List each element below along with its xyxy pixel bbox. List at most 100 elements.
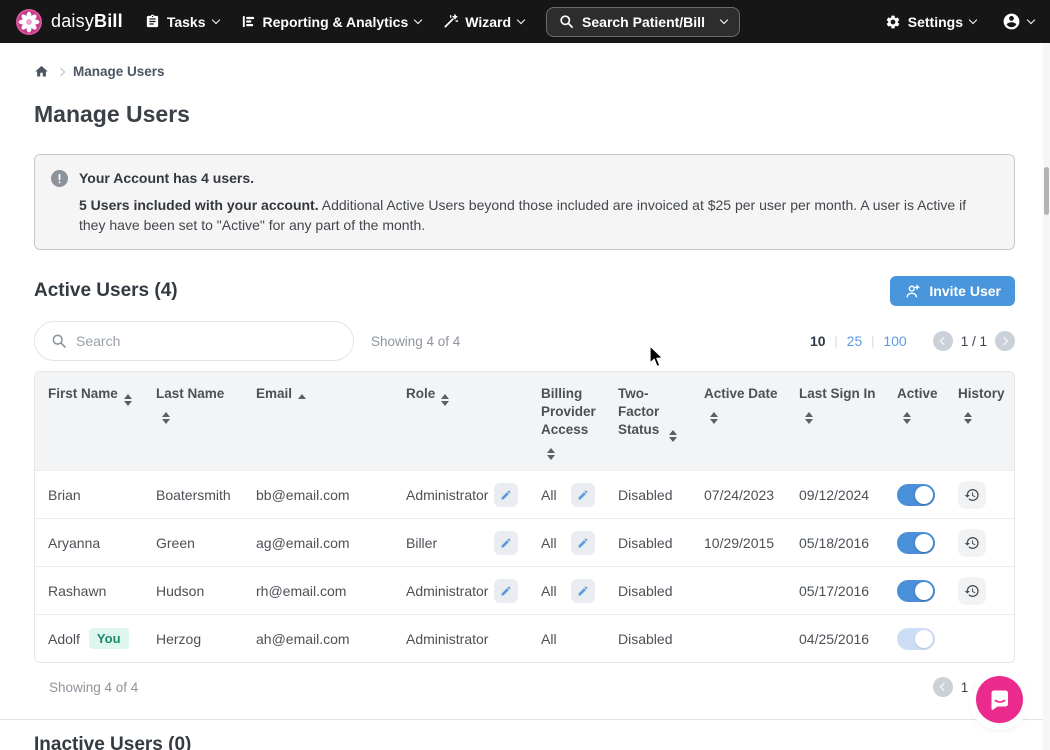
pencil-icon <box>577 537 589 549</box>
chat-launcher-button[interactable] <box>976 676 1023 723</box>
cell-two-factor-status: Disabled <box>605 471 691 518</box>
chevron-down-icon <box>1027 16 1035 24</box>
table-header-row: First Name Last Name Email Role Billing … <box>35 372 1014 470</box>
next-page-button[interactable] <box>995 331 1015 351</box>
pencil-icon <box>577 585 589 597</box>
nav-wizard-label: Wizard <box>465 14 511 30</box>
page-size-separator: | <box>835 334 838 348</box>
page-size-10[interactable]: 10 <box>810 333 826 349</box>
brand-logo[interactable]: daisyBill <box>16 9 123 35</box>
top-navigation-bar: daisyBill Tasks Reporting & Analytics Wi… <box>0 0 1050 43</box>
page-size-100[interactable]: 100 <box>883 333 906 349</box>
sort-icon <box>547 448 555 460</box>
history-button[interactable] <box>958 529 986 557</box>
patient-bill-search-label: Search Patient/Bill <box>582 14 705 30</box>
cell-last-name: Green <box>143 519 243 566</box>
edit-billing-access-button[interactable] <box>571 483 595 507</box>
chat-icon <box>988 688 1012 712</box>
cell-billing-provider-access: All <box>528 471 605 518</box>
table-search <box>34 321 354 361</box>
patient-bill-search[interactable]: Search Patient/Bill <box>546 7 740 37</box>
pencil-icon <box>500 489 512 501</box>
history-button[interactable] <box>958 577 986 605</box>
edit-role-button[interactable] <box>494 483 518 507</box>
cell-active-date: 10/29/2015 <box>691 519 786 566</box>
column-header-email[interactable]: Email <box>243 372 393 470</box>
column-header-two-factor-status[interactable]: Two-Factor Status <box>605 372 691 470</box>
sort-icon <box>124 394 132 406</box>
account-users-notice: Your Account has 4 users. 5 Users includ… <box>34 154 1015 250</box>
chevron-down-icon <box>720 16 728 24</box>
cell-last-name: Hudson <box>143 567 243 614</box>
nav-tasks-label: Tasks <box>167 14 206 30</box>
column-header-first-name[interactable]: First Name <box>35 372 143 470</box>
active-toggle[interactable] <box>897 628 935 650</box>
cell-role: Biller <box>393 519 528 566</box>
column-header-last-name[interactable]: Last Name <box>143 372 243 470</box>
edit-role-button[interactable] <box>494 531 518 555</box>
edit-role-button[interactable] <box>494 579 518 603</box>
pencil-icon <box>500 537 512 549</box>
previous-page-button[interactable] <box>933 677 953 697</box>
sort-icon <box>669 430 677 442</box>
cell-two-factor-status: Disabled <box>605 567 691 614</box>
nav-settings[interactable]: Settings <box>885 14 976 30</box>
column-header-billing-provider-access[interactable]: Billing Provider Access <box>528 372 605 470</box>
cell-role: Administrator <box>393 471 528 518</box>
cell-two-factor-status: Disabled <box>605 615 691 662</box>
breadcrumb-current: Manage Users <box>73 64 165 79</box>
active-users-table: First Name Last Name Email Role Billing … <box>34 371 1015 663</box>
search-icon <box>51 333 67 349</box>
nav-tasks[interactable]: Tasks <box>145 14 219 30</box>
invite-user-button[interactable]: Invite User <box>890 276 1015 306</box>
cell-active <box>884 615 945 662</box>
cell-active-date: 07/24/2023 <box>691 471 786 518</box>
active-toggle[interactable] <box>897 484 935 506</box>
cell-role: Administrator <box>393 615 528 662</box>
chevron-left-icon <box>939 683 947 691</box>
sort-icon <box>441 394 449 406</box>
page-size-separator: | <box>871 334 874 348</box>
history-icon <box>964 583 980 599</box>
page-title: Manage Users <box>34 101 1015 128</box>
table-row: Rashawn Hudson rh@email.com Administrato… <box>35 566 1014 614</box>
breadcrumb-separator-icon <box>57 67 65 75</box>
edit-billing-access-button[interactable] <box>571 531 595 555</box>
scrollbar-thumb[interactable] <box>1044 167 1049 215</box>
search-icon <box>559 14 574 29</box>
cell-last-name: Boatersmith <box>143 471 243 518</box>
table-row: Aryanna Green ag@email.com Biller All Di… <box>35 518 1014 566</box>
info-icon <box>51 170 68 187</box>
column-header-history[interactable]: History <box>945 372 1014 470</box>
table-row: AdolfYou Herzog ah@email.com Administrat… <box>35 614 1014 662</box>
nav-settings-label: Settings <box>908 14 963 30</box>
history-icon <box>964 487 980 503</box>
daisy-logo-icon <box>16 9 42 35</box>
previous-page-button[interactable] <box>933 331 953 351</box>
page-size-25[interactable]: 25 <box>847 333 863 349</box>
chevron-left-icon <box>939 337 947 345</box>
column-header-last-sign-in[interactable]: Last Sign In <box>786 372 884 470</box>
cell-last-name: Herzog <box>143 615 243 662</box>
search-input[interactable] <box>76 333 337 349</box>
chevron-down-icon <box>517 16 525 24</box>
nav-reporting-label: Reporting & Analytics <box>263 14 409 30</box>
active-users-heading: Active Users (4) <box>34 280 178 302</box>
active-toggle[interactable] <box>897 532 935 554</box>
home-icon[interactable] <box>34 64 49 79</box>
history-button[interactable] <box>958 481 986 509</box>
wizard-icon <box>443 14 458 29</box>
section-divider <box>0 719 1050 720</box>
you-badge: You <box>89 628 129 649</box>
chevron-down-icon <box>211 16 219 24</box>
column-header-role[interactable]: Role <box>393 372 528 470</box>
column-header-active-date[interactable]: Active Date <box>691 372 786 470</box>
nav-reporting-analytics[interactable]: Reporting & Analytics <box>241 14 422 30</box>
sort-icon <box>710 412 718 424</box>
nav-account-menu[interactable] <box>1002 12 1034 31</box>
edit-billing-access-button[interactable] <box>571 579 595 603</box>
main-content: Manage Users Manage Users Your Account h… <box>0 43 1050 750</box>
active-toggle[interactable] <box>897 580 935 602</box>
nav-wizard[interactable]: Wizard <box>443 14 524 30</box>
column-header-active[interactable]: Active <box>884 372 945 470</box>
